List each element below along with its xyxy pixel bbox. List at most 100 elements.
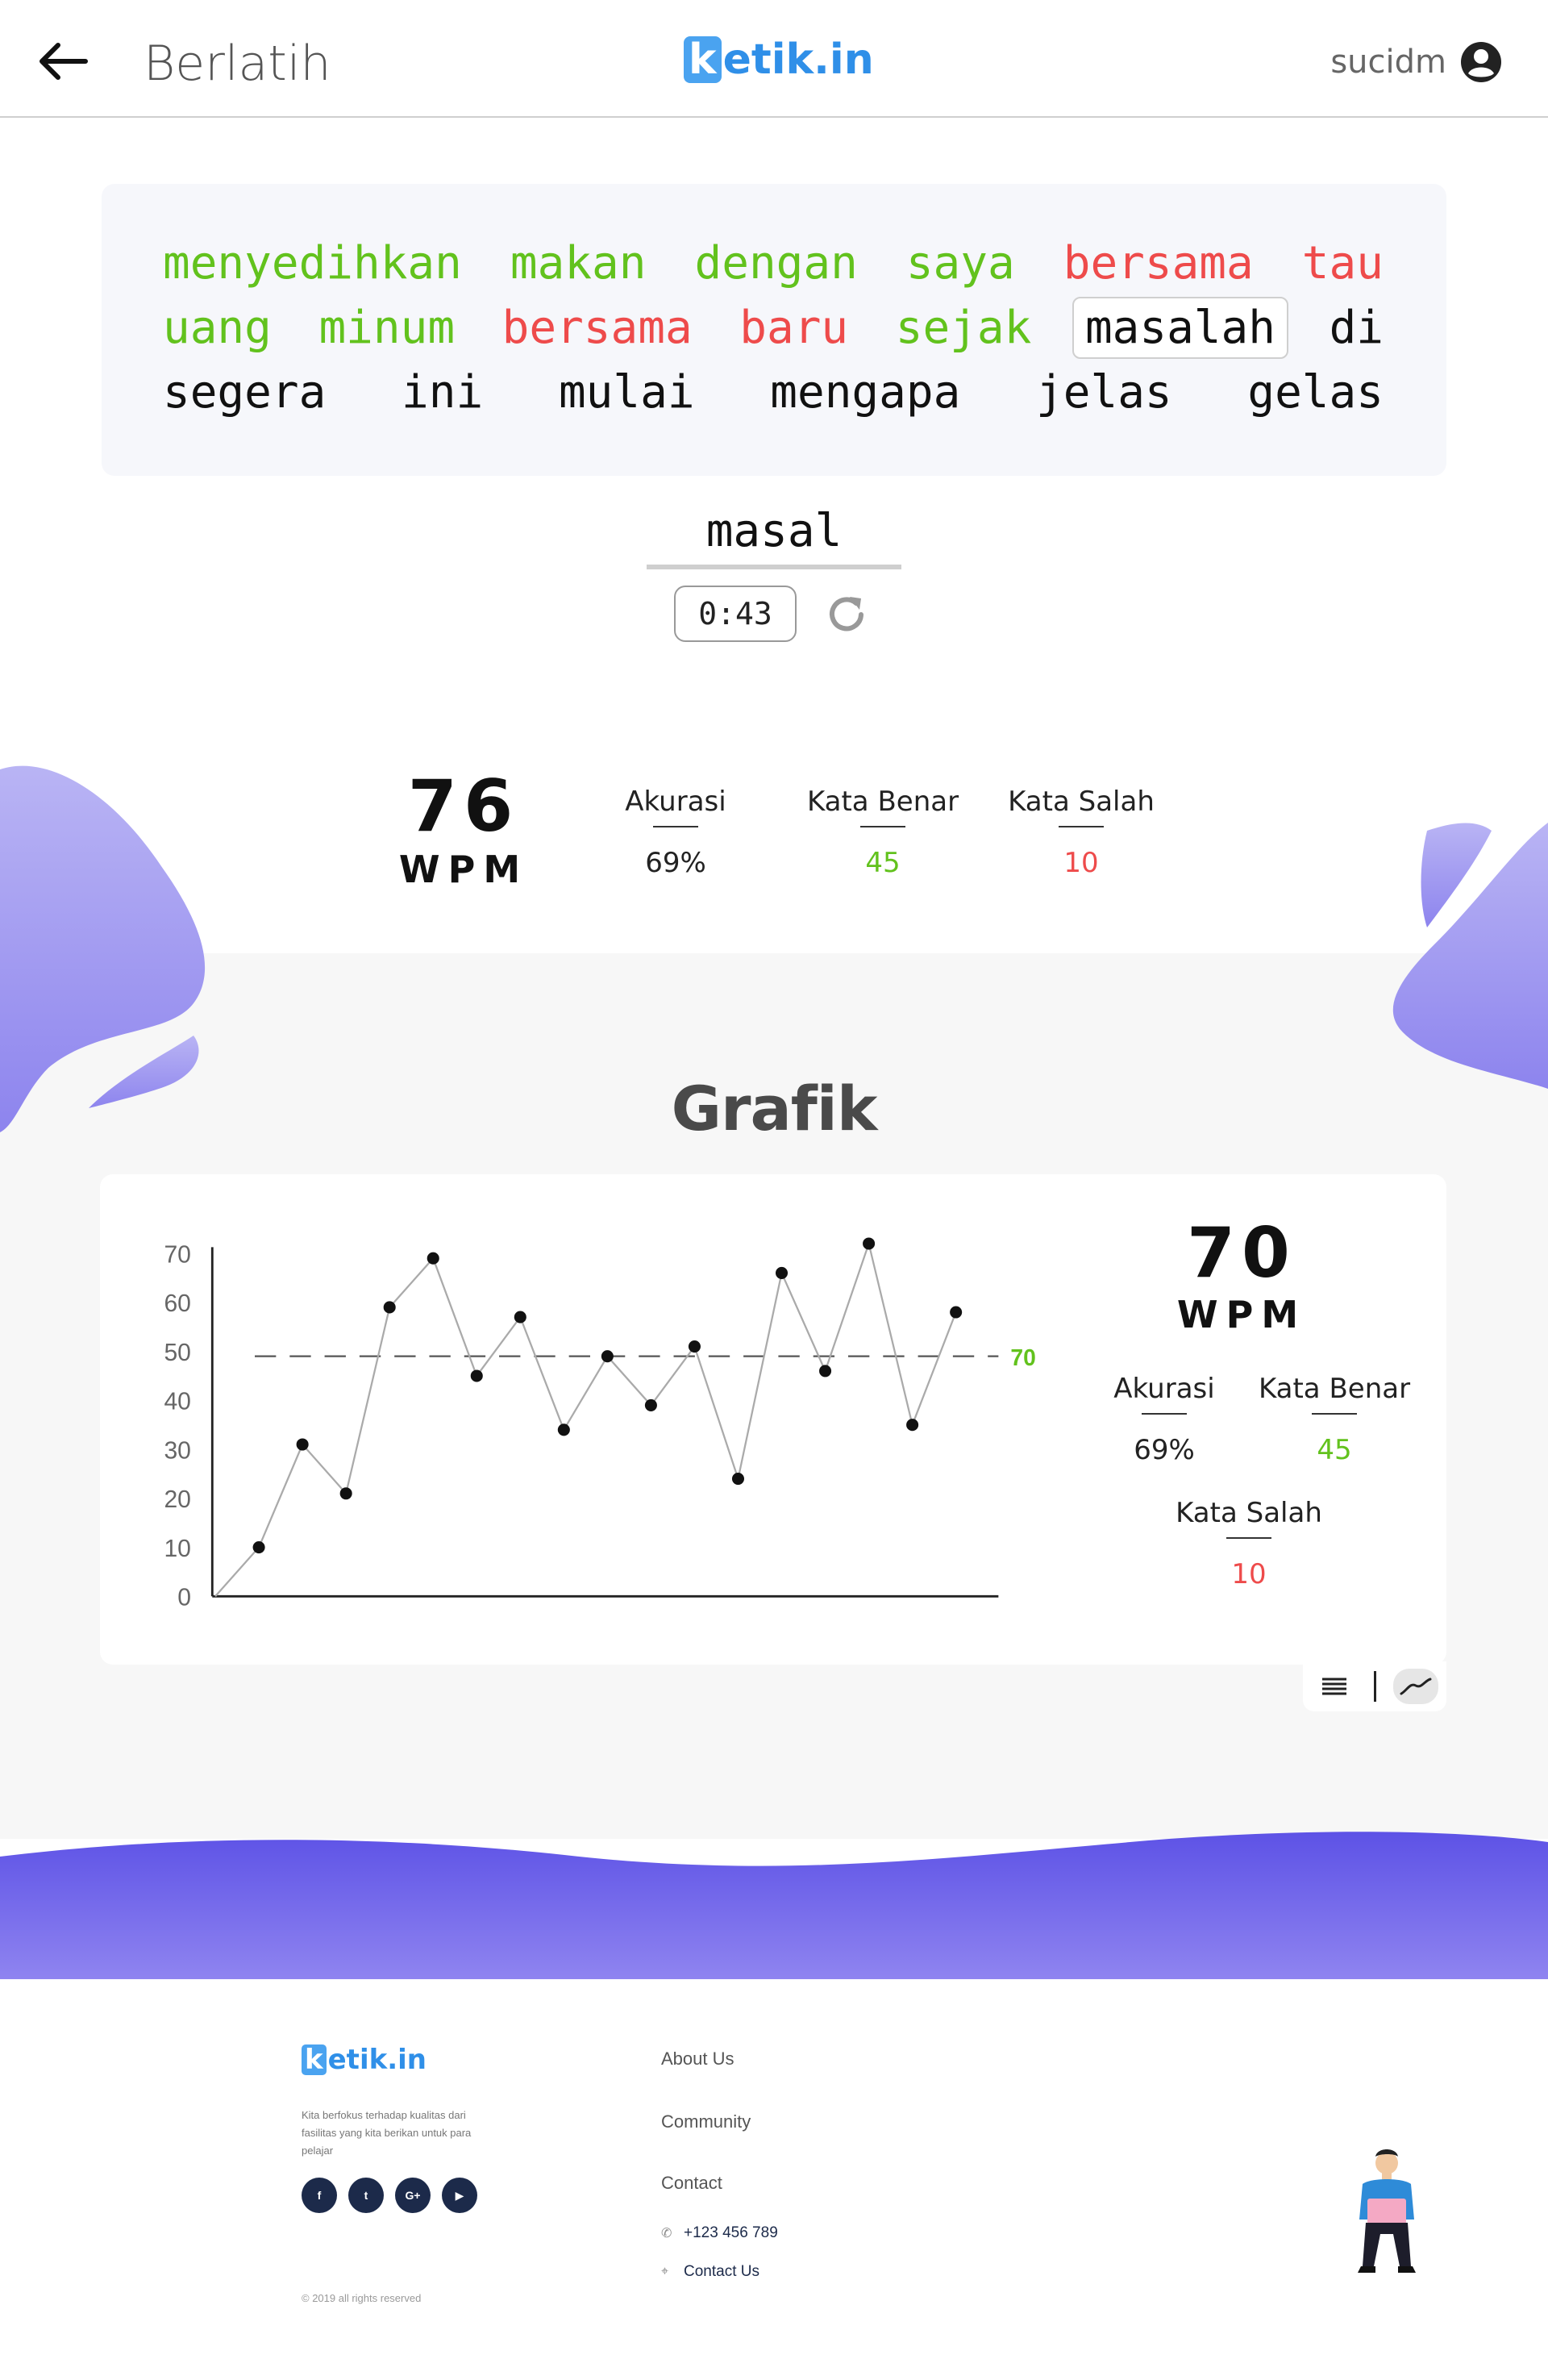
word: sejak — [895, 302, 1032, 354]
chart-view-toggle — [1303, 1661, 1446, 1711]
wpm-unit: WPM — [398, 848, 529, 891]
divider — [653, 826, 698, 827]
divider — [1142, 1413, 1187, 1415]
word: segera — [163, 366, 327, 419]
page-title: Berlatih — [144, 35, 331, 92]
word: tau — [1301, 237, 1384, 290]
divider — [1312, 1413, 1357, 1415]
y-tick-label: 50 — [164, 1340, 191, 1366]
y-tick-label: 60 — [164, 1290, 191, 1317]
user-menu[interactable]: sucidm — [1330, 40, 1503, 84]
toggle-separator — [1373, 1671, 1376, 1702]
word: dengan — [694, 237, 858, 290]
list-view-button[interactable] — [1312, 1669, 1357, 1704]
data-point — [514, 1311, 526, 1323]
y-tick-label: 70 — [164, 1241, 191, 1268]
word: baru — [739, 302, 849, 354]
contact-link[interactable]: Contact — [661, 2173, 722, 2194]
practice-text-panel: menyedihkan makan dengan saya bersama tau uan… — [102, 184, 1446, 476]
correct-words-value: 45 — [865, 847, 901, 879]
series-line — [214, 1240, 957, 1598]
word: bersama — [501, 302, 693, 354]
data-point — [557, 1423, 570, 1436]
footer-description: Kita berfokus terhadap kualitas dari fas… — [302, 2109, 472, 2157]
contact-us-link[interactable]: ⌖ Contact Us — [661, 2263, 759, 2281]
footer-logo-k: k — [302, 2044, 327, 2075]
twitter-icon[interactable]: t — [348, 2178, 384, 2213]
chart-view-button[interactable] — [1392, 1669, 1438, 1704]
y-tick-label: 10 — [164, 1536, 191, 1562]
chart-wrong-words-value: 10 — [1231, 1558, 1267, 1590]
data-point — [819, 1365, 832, 1378]
username: sucidm — [1330, 44, 1446, 81]
data-point — [470, 1369, 483, 1382]
about-us-link[interactable]: About Us — [661, 2049, 734, 2069]
word: gelas — [1247, 366, 1384, 419]
phone-icon: ✆ — [661, 2227, 672, 2240]
data-point — [339, 1487, 352, 1500]
correct-words-label: Kata Benar — [806, 786, 959, 818]
word-row-1: menyedihkan makan dengan saya bersama tau — [156, 237, 1390, 290]
word: menyedihkan — [163, 237, 462, 290]
data-point — [688, 1340, 701, 1353]
phone-number: +123 456 789 — [684, 2224, 778, 2241]
wpm-result: 76 WPM — [395, 766, 532, 892]
data-point — [296, 1438, 309, 1451]
accuracy-value: 69% — [645, 847, 706, 879]
chart-accuracy-label: Akurasi — [1113, 1373, 1215, 1405]
data-point — [383, 1301, 396, 1314]
data-point — [950, 1306, 963, 1319]
correct-words-stat: Kata Benar 45 — [798, 786, 968, 879]
logo-text: etik.in — [722, 35, 874, 84]
location-pin-icon: ⌖ — [661, 2265, 669, 2278]
back-arrow-icon[interactable] — [35, 39, 90, 84]
chart-accuracy-value: 69% — [1134, 1434, 1195, 1466]
word: minum — [318, 302, 456, 354]
word: ini — [402, 366, 484, 419]
account-circle-icon — [1461, 42, 1501, 82]
current-word: masalah — [1072, 297, 1288, 359]
accuracy-stat: Akurasi 69% — [611, 786, 740, 879]
phone-contact[interactable]: ✆ +123 456 789 — [661, 2224, 778, 2242]
youtube-icon[interactable]: ▶ — [442, 2178, 477, 2213]
list-icon — [1321, 1678, 1346, 1695]
data-point — [775, 1266, 789, 1279]
divider — [860, 826, 905, 827]
chart-wpm-unit: WPM — [1176, 1293, 1307, 1336]
line-chart-icon — [1400, 1678, 1431, 1695]
word: saya — [905, 237, 1015, 290]
word: di — [1329, 302, 1384, 354]
chart-correct-words-label: Kata Benar — [1258, 1373, 1411, 1405]
wrong-words-label: Kata Salah — [1008, 786, 1155, 818]
logo[interactable]: k etik.in — [684, 35, 874, 84]
wrong-words-stat: Kata Salah 10 — [997, 786, 1166, 879]
word: jelas — [1036, 366, 1172, 419]
google-plus-icon[interactable]: G+ — [395, 2178, 431, 2213]
typing-input[interactable] — [647, 497, 901, 569]
chart-wpm-value: 70 — [1187, 1213, 1296, 1294]
wrong-words-value: 10 — [1063, 847, 1099, 879]
word: mulai — [558, 366, 695, 419]
data-point — [252, 1541, 265, 1554]
community-link[interactable]: Community — [661, 2111, 751, 2132]
y-tick-label: 0 — [177, 1585, 191, 1611]
y-tick-label: 30 — [164, 1437, 191, 1464]
data-point — [427, 1252, 439, 1265]
footer-logo[interactable]: k etik.in — [302, 2044, 427, 2076]
data-point — [731, 1472, 745, 1486]
word: mengapa — [770, 366, 961, 419]
data-point — [863, 1237, 876, 1250]
logo-k: k — [684, 36, 722, 83]
chart-wpm-result: 70 WPM — [1161, 1215, 1322, 1337]
y-tick-label: 20 — [164, 1486, 191, 1513]
chart-correct-words-stat: Kata Benar 45 — [1250, 1373, 1419, 1466]
chart-correct-words-value: 45 — [1317, 1434, 1352, 1466]
refresh-icon[interactable] — [821, 589, 872, 640]
contact-us-label: Contact Us — [684, 2263, 759, 2280]
chart-accuracy-stat: Akurasi 69% — [1100, 1373, 1229, 1466]
facebook-icon[interactable]: f — [302, 2178, 337, 2213]
data-point — [906, 1419, 919, 1432]
copyright: © 2019 all rights reserved — [302, 2292, 422, 2304]
accuracy-label: Akurasi — [625, 786, 726, 818]
person-laptop-illustration — [1358, 2149, 1416, 2273]
